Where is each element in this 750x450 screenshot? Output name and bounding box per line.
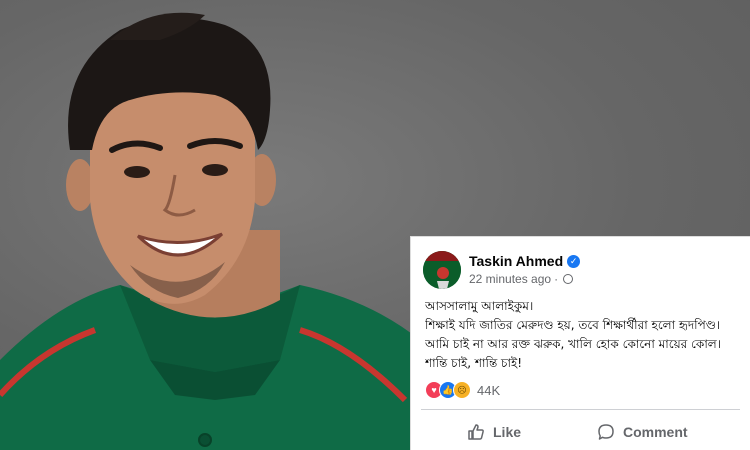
post-line: শিক্ষাই যদি জাতির মেরুদণ্ড হয়, তবে শিক্…	[425, 318, 721, 332]
author-avatar[interactable]	[423, 251, 461, 289]
post-line: শান্তি চাই, শান্তি চাই!	[425, 356, 523, 370]
speech-bubble-icon	[598, 424, 614, 440]
post-timestamp[interactable]: 22 minutes ago	[469, 272, 551, 286]
sad-reaction-icon: ☹	[453, 381, 471, 399]
post-text: আসসালামু আলাইকুম। শিক্ষাই যদি জাতির মেরু…	[425, 297, 745, 373]
facebook-post-card: Taskin Ahmed ✓ 22 minutes ago · আসসালামু…	[410, 236, 750, 450]
thumbs-up-icon	[468, 424, 484, 440]
post-line: আমি চাই না আর রক্ত ঝরুক, খালি হোক কোনো ম…	[425, 337, 722, 351]
player-portrait	[0, 12, 430, 450]
reaction-summary[interactable]: ♥ 👍 ☹ 44K	[425, 381, 500, 399]
action-divider	[421, 409, 740, 410]
comment-label: Comment	[623, 424, 688, 440]
author-name-row: Taskin Ahmed ✓	[469, 253, 581, 269]
globe-icon	[563, 274, 574, 284]
verified-badge-icon: ✓	[567, 254, 581, 268]
avatar-image	[423, 251, 461, 289]
comment-button[interactable]: Comment	[597, 417, 688, 447]
like-label: Like	[493, 424, 522, 440]
reaction-count[interactable]: 44K	[477, 383, 500, 398]
post-meta: 22 minutes ago ·	[469, 272, 574, 286]
post-line: আসসালামু আলাইকুম।	[425, 299, 534, 313]
like-button[interactable]: Like	[467, 417, 521, 447]
author-name[interactable]: Taskin Ahmed	[469, 253, 563, 269]
